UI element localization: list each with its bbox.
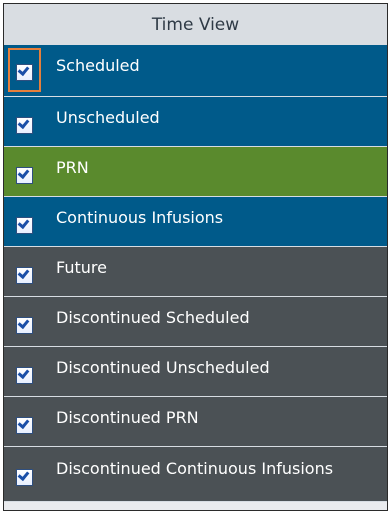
focus-ring xyxy=(8,48,41,92)
filter-label-discontinued-scheduled: Discontinued Scheduled xyxy=(56,308,250,327)
filter-row-prn[interactable]: PRN xyxy=(4,147,387,197)
checkbox-unscheduled[interactable] xyxy=(16,117,33,134)
checkbox-future[interactable] xyxy=(16,267,33,284)
checkbox-prn[interactable] xyxy=(16,167,33,184)
checkbox-continuous-infusions[interactable] xyxy=(16,217,33,234)
filter-row-discontinued-continuous-infusions[interactable]: Discontinued Continuous Infusions xyxy=(4,447,387,502)
filter-label-future: Future xyxy=(56,258,107,277)
checkbox-discontinued-unscheduled[interactable] xyxy=(16,367,33,384)
filter-row-discontinued-unscheduled[interactable]: Discontinued Unscheduled xyxy=(4,347,387,397)
panel-title: Time View xyxy=(151,14,240,35)
filter-row-unscheduled[interactable]: Unscheduled xyxy=(4,97,387,147)
filter-row-discontinued-prn[interactable]: Discontinued PRN xyxy=(4,397,387,447)
checkbox-discontinued-prn[interactable] xyxy=(16,417,33,434)
filter-label-continuous-infusions: Continuous Infusions xyxy=(56,208,224,227)
checkbox-discontinued-continuous-infusions[interactable] xyxy=(16,469,33,486)
panel-header: Time View xyxy=(4,4,387,46)
filter-row-discontinued-scheduled[interactable]: Discontinued Scheduled xyxy=(4,297,387,347)
filter-row-future[interactable]: Future xyxy=(4,247,387,297)
filter-label-discontinued-prn: Discontinued PRN xyxy=(56,408,199,427)
filter-label-scheduled: Scheduled xyxy=(56,56,140,75)
filter-label-discontinued-continuous-infusions: Discontinued Continuous Infusions xyxy=(56,459,334,478)
filter-row-continuous-infusions[interactable]: Continuous Infusions xyxy=(4,197,387,247)
time-view-panel: Time View Scheduled Unscheduled PRN Cont… xyxy=(3,3,388,511)
filter-row-scheduled[interactable]: Scheduled xyxy=(4,45,387,97)
filter-label-prn: PRN xyxy=(56,158,89,177)
filter-label-unscheduled: Unscheduled xyxy=(56,108,160,127)
filter-label-discontinued-unscheduled: Discontinued Unscheduled xyxy=(56,358,270,377)
checkbox-discontinued-scheduled[interactable] xyxy=(16,317,33,334)
